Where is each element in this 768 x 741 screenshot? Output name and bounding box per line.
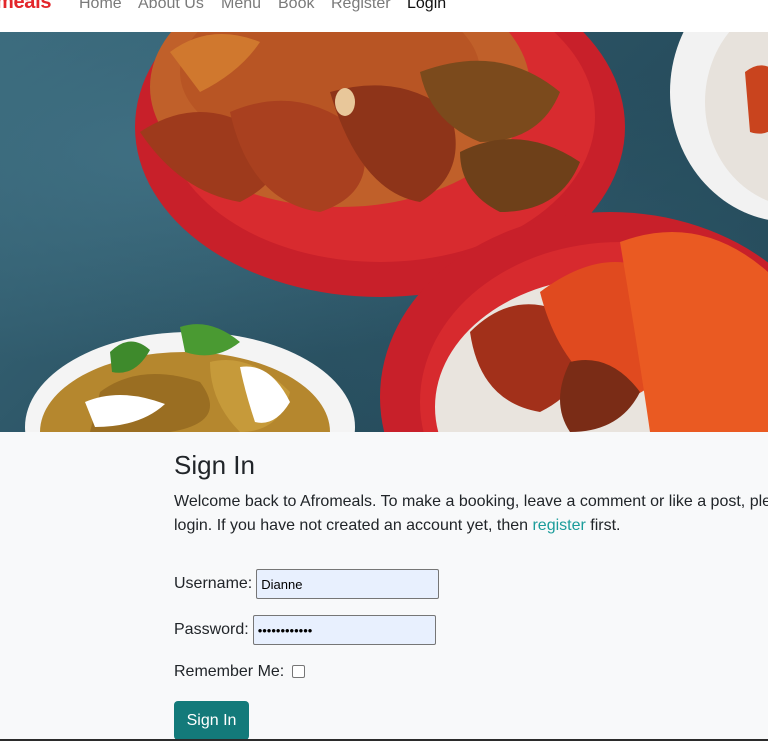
nav-register[interactable]: Register	[331, 0, 391, 13]
password-row: Password:	[174, 615, 436, 645]
nav-login[interactable]: Login	[407, 0, 446, 13]
password-label: Password:	[174, 621, 249, 638]
hero-food-illustration	[25, 32, 768, 432]
username-row: Username:	[174, 569, 440, 599]
remember-row: Remember Me:	[174, 663, 306, 681]
remember-me-label: Remember Me:	[174, 663, 285, 680]
brand-logo[interactable]: meals	[0, 0, 52, 14]
navbar: meals Home About Us Menu Book Register L…	[0, 0, 768, 32]
page-title: Sign In	[174, 450, 255, 480]
username-label: Username:	[174, 575, 253, 592]
nav-about-us[interactable]: About Us	[138, 0, 204, 13]
sign-in-button[interactable]: Sign In	[174, 701, 249, 740]
register-link[interactable]: register	[532, 517, 585, 534]
remember-me-checkbox[interactable]	[292, 664, 306, 678]
nav-book[interactable]: Book	[278, 0, 314, 13]
intro-text: Welcome back to Afromeals. To make a boo…	[174, 493, 768, 534]
username-input[interactable]	[256, 569, 440, 599]
password-input[interactable]	[252, 615, 436, 645]
hero-image	[0, 32, 768, 432]
nav-menu[interactable]: Menu	[221, 0, 261, 13]
nav-home[interactable]: Home	[79, 0, 122, 13]
